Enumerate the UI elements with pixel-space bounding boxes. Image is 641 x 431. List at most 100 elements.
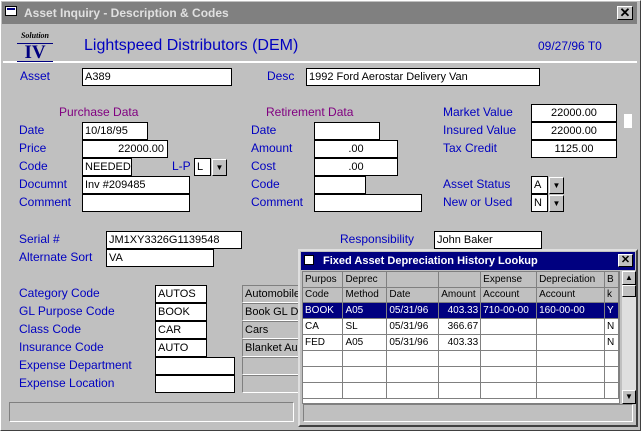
table-row[interactable]: CA SL 05/31/96 366.67 N [303,318,620,335]
cell-date: 05/31/96 [386,302,440,319]
header-k[interactable]: k [604,287,620,303]
expense-department-field[interactable] [155,357,235,375]
retirement-cost-label: Cost [251,159,276,173]
expense-location-field[interactable] [155,375,235,393]
retirement-cost-field[interactable]: .00 [314,158,398,176]
dialog-menu-icon[interactable] [304,255,314,265]
cell-book: N [604,334,620,351]
header-method[interactable]: Method [342,287,388,303]
insured-value-field[interactable]: 22000.00 [531,122,617,140]
header-amount[interactable]: Amount [438,287,482,303]
header-b[interactable]: B [604,272,620,288]
purchase-date-field[interactable]: 10/18/95 [82,122,148,140]
category-code-desc: Automobile [242,285,302,303]
new-used-label: New or Used [443,195,513,209]
class-code-desc: Cars [242,321,302,339]
category-code-label: Category Code [19,286,100,300]
header-date: 09/27/96 T0 [538,39,602,53]
window-menu-icon[interactable] [5,6,17,16]
gl-purpose-code-field[interactable]: BOOK [155,303,207,321]
cell-purpose: FED [303,334,344,351]
retirement-code-label: Code [251,177,280,191]
retirement-data-heading: Retirement Data [266,105,354,119]
purchase-code-field[interactable]: NEEDED [82,158,132,176]
header-expense-account[interactable]: Account [480,287,538,303]
dialog-scrollbar[interactable]: ▲ ▼ [622,271,636,404]
expense-location-desc [242,375,302,393]
cell-depreciation-account: 160-00-00 [536,302,605,319]
main-scrollbar-thumb[interactable] [624,114,632,128]
purchase-price-field[interactable]: 22000.00 [82,140,168,158]
alternate-sort-field[interactable]: VA [106,249,214,267]
tax-credit-field[interactable]: 1125.00 [531,140,617,158]
table-row[interactable]: FED A05 05/31/96 403.33 N [303,334,620,351]
header-blank-2[interactable] [438,272,482,288]
cell-expense-account [480,334,538,351]
window-title: Asset Inquiry - Description & Codes [24,6,229,20]
cell-expense-account [480,318,538,335]
depreciation-table: Purpos Deprec Expense Depreciation B Cod… [303,272,620,399]
cell-date: 05/31/96 [386,334,440,351]
logo-main-text: IV [17,43,53,62]
responsibility-label: Responsibility [340,232,415,246]
class-code-field[interactable]: CAR [155,321,207,339]
insurance-code-field[interactable]: AUTO [155,339,207,357]
header-code[interactable]: Code [303,287,344,303]
purchase-comment-field[interactable] [82,194,190,212]
expense-location-label: Expense Location [19,376,115,390]
window-close-button[interactable]: ✕ [617,6,633,20]
cell-book: Y [604,302,620,319]
cell-amount: 403.33 [438,334,482,351]
header-expense[interactable]: Expense [480,272,538,288]
lp-field[interactable]: L [194,158,211,176]
purchase-comment-label: Comment [19,195,72,209]
retirement-comment-label: Comment [251,195,304,209]
category-code-field[interactable]: AUTOS [155,285,207,303]
asset-status-dropdown-icon[interactable]: ▼ [549,177,564,194]
table-header-row-2: Code Method Date Amount Account Account … [303,287,620,303]
depreciation-history-dialog: Fixed Asset Depreciation History Lookup … [298,249,638,427]
header-blank-1[interactable] [386,272,440,288]
header-date[interactable]: Date [386,287,440,303]
lp-dropdown-icon[interactable]: ▼ [212,159,227,176]
new-used-dropdown-icon[interactable]: ▼ [549,195,564,212]
asset-status-field[interactable]: A [531,176,548,194]
retirement-code-field[interactable] [314,176,366,194]
status-bar-left [9,402,294,422]
scroll-down-icon[interactable]: ▼ [622,390,636,404]
document-label: Documnt [19,177,68,191]
market-value-field[interactable]: 22000.00 [531,104,617,122]
header-purpose[interactable]: Purpos [303,272,344,288]
cell-purpose: BOOK [303,302,344,319]
cell-purpose: CA [303,318,344,335]
market-value-label: Market Value [443,105,513,119]
serial-label: Serial # [19,232,60,246]
cell-depreciation-account [536,318,605,335]
document-field[interactable]: Inv #209485 [82,176,190,194]
cell-method: SL [342,318,388,335]
gl-purpose-code-label: GL Purpose Code [19,304,115,318]
new-used-field[interactable]: N [531,194,548,212]
retirement-amount-field[interactable]: .00 [314,140,398,158]
table-row-empty [303,350,620,367]
serial-field[interactable]: JM1XY3326G1139548 [106,231,242,249]
header-depreciation-account[interactable]: Account [536,287,605,303]
header-deprec[interactable]: Deprec [342,272,388,288]
dialog-status-bar [303,404,633,422]
cell-book: N [604,318,620,335]
asset-field[interactable]: A389 [82,68,232,86]
scroll-up-icon[interactable]: ▲ [622,271,636,285]
window-title-bar: Asset Inquiry - Description & Codes [2,2,637,24]
header-depreciation[interactable]: Depreciation [536,272,605,288]
table-row[interactable]: BOOK A05 05/31/96 403.33 710-00-00 160-0… [303,302,620,319]
depreciation-grid: Purpos Deprec Expense Depreciation B Cod… [302,271,620,404]
retirement-comment-field[interactable] [314,194,422,212]
dialog-title-bar: Fixed Asset Depreciation History Lookup [301,252,635,270]
insurance-code-label: Insurance Code [19,340,104,354]
desc-field[interactable]: 1992 Ford Aerostar Delivery Van [306,68,540,86]
dialog-close-button[interactable]: ✕ [618,254,633,267]
insured-value-label: Insured Value [443,123,517,137]
retirement-date-field[interactable] [314,122,380,140]
scroll-thumb[interactable] [622,285,636,297]
responsibility-field[interactable]: John Baker [434,231,542,249]
